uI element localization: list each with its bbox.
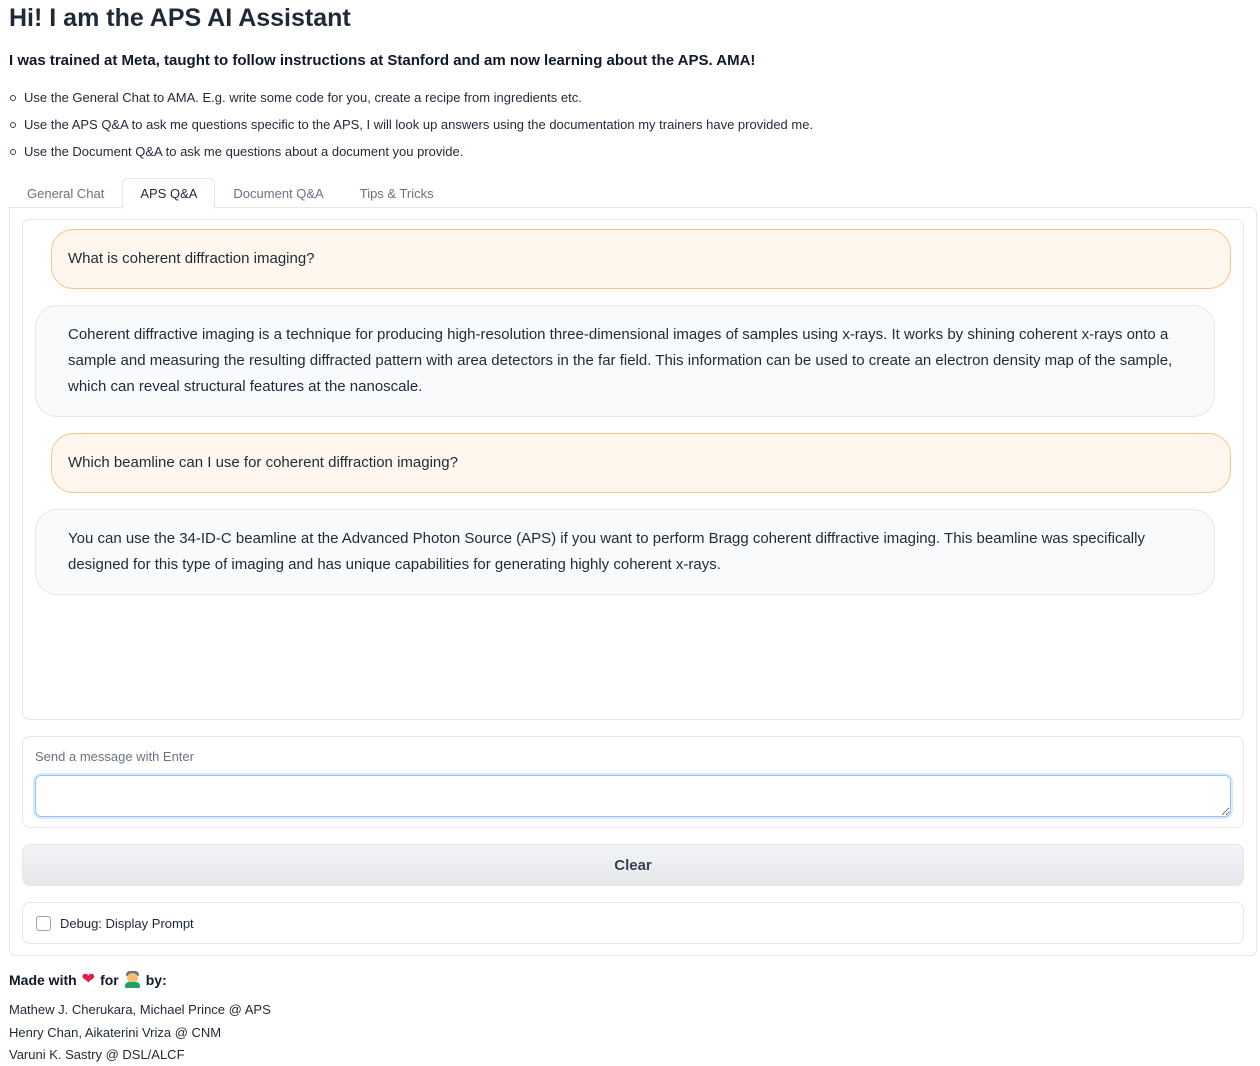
bot-message: You can use the 34-ID-C beamline at the … [35,509,1215,595]
credits-list: Mathew J. Cherukara, Michael Prince @ AP… [9,1001,271,1066]
tab-document-qa[interactable]: Document Q&A [215,178,341,208]
tab-general-chat[interactable]: General Chat [9,178,122,208]
scientist-icon [124,971,141,988]
footer-title: Made with ❤ for by: [9,971,167,988]
debug-checkbox[interactable] [36,915,51,931]
instruction-item: Use the APS Q&A to ask me questions spec… [9,115,813,142]
instructions-list: Use the General Chat to AMA. E.g. write … [9,88,813,169]
heart-icon: ❤ [81,970,96,988]
made-with-text: Made with [9,971,77,988]
debug-block: Debug: Display Prompt [22,902,1244,944]
debug-label[interactable]: Debug: Display Prompt [60,916,194,931]
message-input[interactable] [35,775,1231,817]
user-message: Which beamline can I use for coherent di… [51,433,1231,493]
by-text: by: [145,971,167,988]
page-subtitle: I was trained at Meta, taught to follow … [9,52,756,69]
credit-line: Varuni K. Sastry @ DSL/ALCF [9,1047,185,1062]
bullet-icon [10,149,16,155]
message-input-label: Send a message with Enter [35,749,194,764]
instruction-text: Use the APS Q&A to ask me questions spec… [24,117,814,132]
credit-line: Mathew J. Cherukara, Michael Prince @ AP… [9,1002,271,1017]
tab-bar: General Chat APS Q&A Document Q&A Tips &… [9,178,452,209]
user-message: What is coherent diffraction imaging? [51,229,1231,289]
bullet-icon [10,95,16,101]
tab-tips-tricks[interactable]: Tips & Tricks [342,178,452,208]
clear-button[interactable]: Clear [22,844,1244,886]
bot-message: Coherent diffractive imaging is a techni… [35,305,1215,417]
instruction-text: Use the Document Q&A to ask me questions… [24,144,464,159]
instruction-item: Use the Document Q&A to ask me questions… [9,142,813,169]
page-title: Hi! I am the APS AI Assistant [9,4,351,32]
bullet-icon [10,122,16,128]
instruction-item: Use the General Chat to AMA. E.g. write … [9,88,813,115]
for-text: for [100,971,119,988]
tab-aps-qa[interactable]: APS Q&A [122,178,216,209]
credit-line: Henry Chan, Aikaterini Vriza @ CNM [9,1024,222,1040]
instruction-text: Use the General Chat to AMA. E.g. write … [24,90,582,105]
